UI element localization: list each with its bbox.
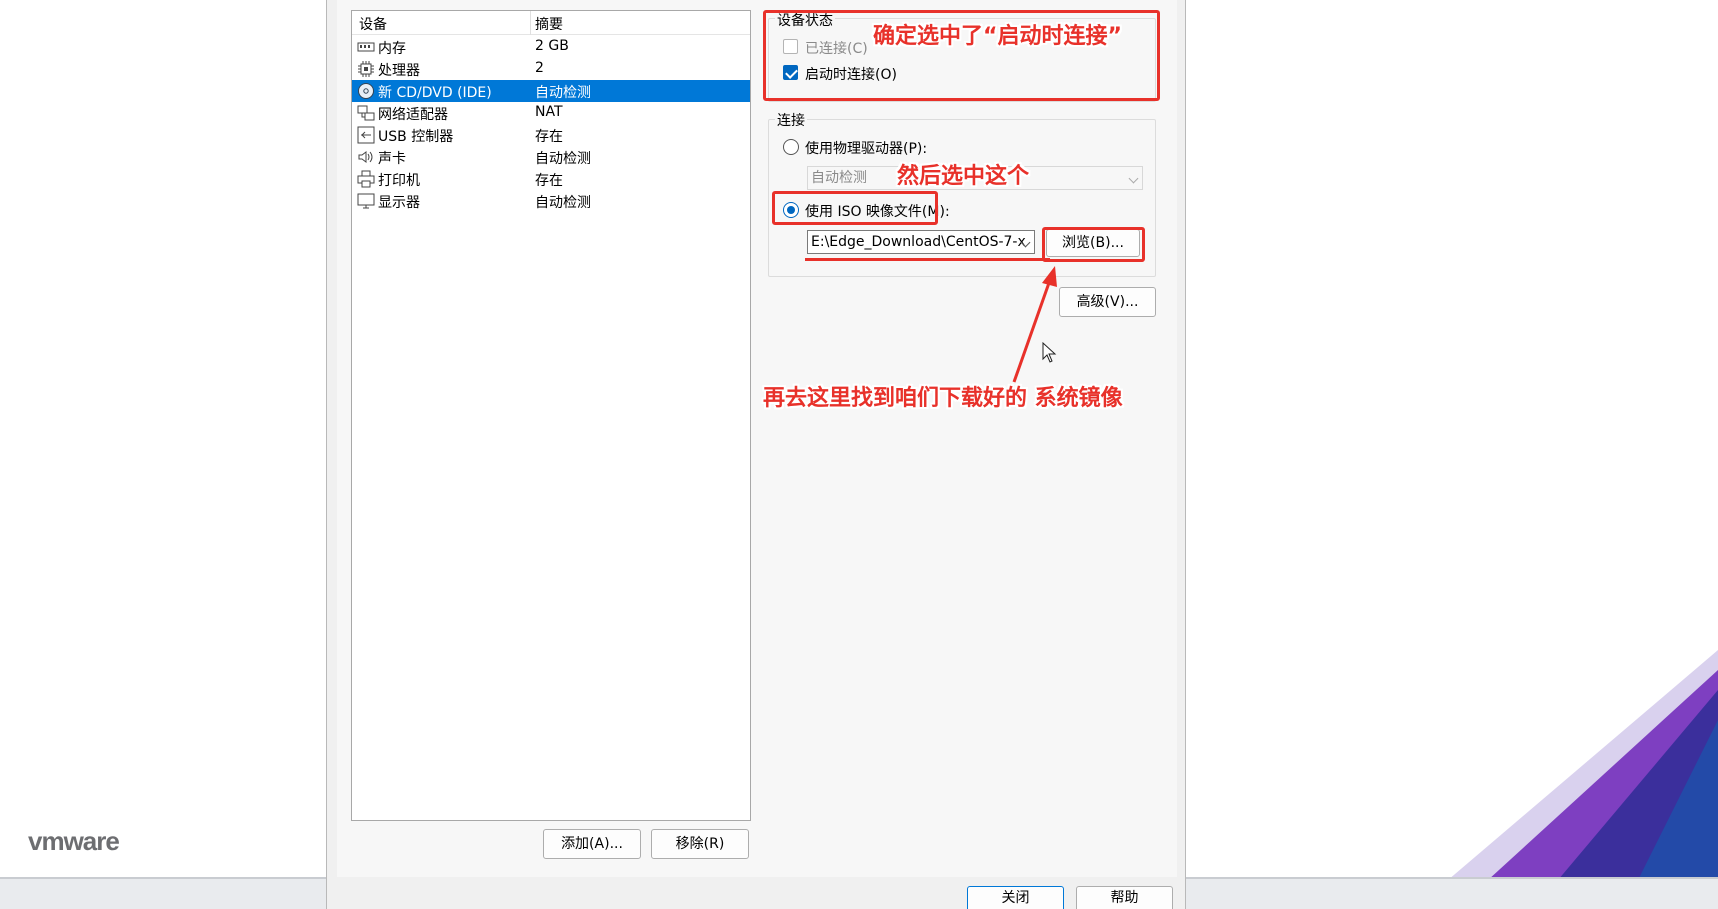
connection-title: 连接 [775, 110, 807, 130]
device-summary: 存在 [535, 173, 563, 189]
memory-icon [357, 42, 375, 52]
annotation-browse-iso: 再去这里找到咱们下载好的 系统镜像 [763, 386, 1123, 411]
iso-path-combobox[interactable]: E:\Edge_Download\CentOS-7-x [807, 230, 1035, 254]
column-header-summary[interactable]: 摘要 [535, 14, 563, 34]
device-label: 打印机 [378, 173, 420, 189]
speaker-icon [358, 151, 373, 163]
list-header: 设备 摘要 [352, 11, 750, 35]
device-row-network-adapter[interactable]: 网络适配器 NAT [352, 102, 750, 124]
device-summary: 2 [535, 60, 544, 76]
processor-icon [358, 61, 374, 77]
chevron-down-icon [1128, 173, 1139, 184]
annotation-connect-at-power-on: 确定选中了“启动时连接” [873, 24, 1122, 49]
annotation-underline-iso-path [805, 258, 1050, 261]
physical-drive-radio[interactable] [783, 139, 799, 155]
device-summary: 自动检测 [535, 195, 591, 211]
annotation-box-browse [1042, 227, 1145, 262]
device-row-printer[interactable]: 打印机 存在 [352, 168, 750, 190]
usb-icon [357, 126, 375, 144]
iso-path-value: E:\Edge_Download\CentOS-7-x [811, 234, 1026, 250]
device-summary: 自动检测 [535, 85, 591, 101]
corner-decoration [1448, 650, 1718, 880]
remove-device-button[interactable]: 移除(R) [651, 829, 749, 859]
vmware-logo: vmware [28, 826, 120, 856]
device-row-cd-dvd[interactable]: 新 CD/DVD (IDE) 自动检测 [352, 80, 750, 102]
close-button[interactable]: 关闭 [967, 886, 1064, 909]
cd-dvd-icon [358, 83, 374, 99]
device-label: 网络适配器 [378, 107, 448, 123]
device-row-usb-controller[interactable]: USB 控制器 存在 [352, 124, 750, 146]
add-device-button[interactable]: 添加(A)... [543, 829, 641, 859]
column-header-device[interactable]: 设备 [359, 14, 387, 34]
annotation-select-iso: 然后选中这个 [897, 164, 1030, 189]
physical-drive-label[interactable]: 使用物理驱动器(P): [805, 138, 927, 158]
physical-drive-select-value: 自动检测 [811, 170, 867, 186]
device-label: 声卡 [378, 151, 406, 167]
mouse-cursor-icon [1042, 342, 1057, 363]
help-button[interactable]: 帮助 [1076, 886, 1173, 909]
printer-icon [357, 170, 375, 188]
device-row-display[interactable]: 显示器 自动检测 [352, 190, 750, 212]
device-summary: 2 GB [535, 38, 569, 54]
device-summary: 存在 [535, 129, 563, 145]
device-label: USB 控制器 [378, 129, 454, 145]
network-adapter-icon [357, 105, 375, 121]
device-row-memory[interactable]: 内存 2 GB [352, 36, 750, 58]
device-row-sound-card[interactable]: 声卡 自动检测 [352, 146, 750, 168]
monitor-icon [357, 193, 375, 209]
device-row-processor[interactable]: 处理器 2 [352, 58, 750, 80]
device-list[interactable]: 设备 摘要 内存 2 GB 处理器 2 新 CD/DVD (IDE) 自动检测 … [351, 10, 751, 821]
device-label: 新 CD/DVD (IDE) [378, 85, 492, 101]
column-divider[interactable] [530, 11, 531, 35]
device-label: 处理器 [378, 63, 420, 79]
device-summary: NAT [535, 104, 563, 120]
advanced-button[interactable]: 高级(V)... [1059, 287, 1156, 317]
device-label: 内存 [378, 41, 406, 57]
annotation-box-iso-radio [772, 191, 938, 225]
device-label: 显示器 [378, 195, 420, 211]
device-summary: 自动检测 [535, 151, 591, 167]
